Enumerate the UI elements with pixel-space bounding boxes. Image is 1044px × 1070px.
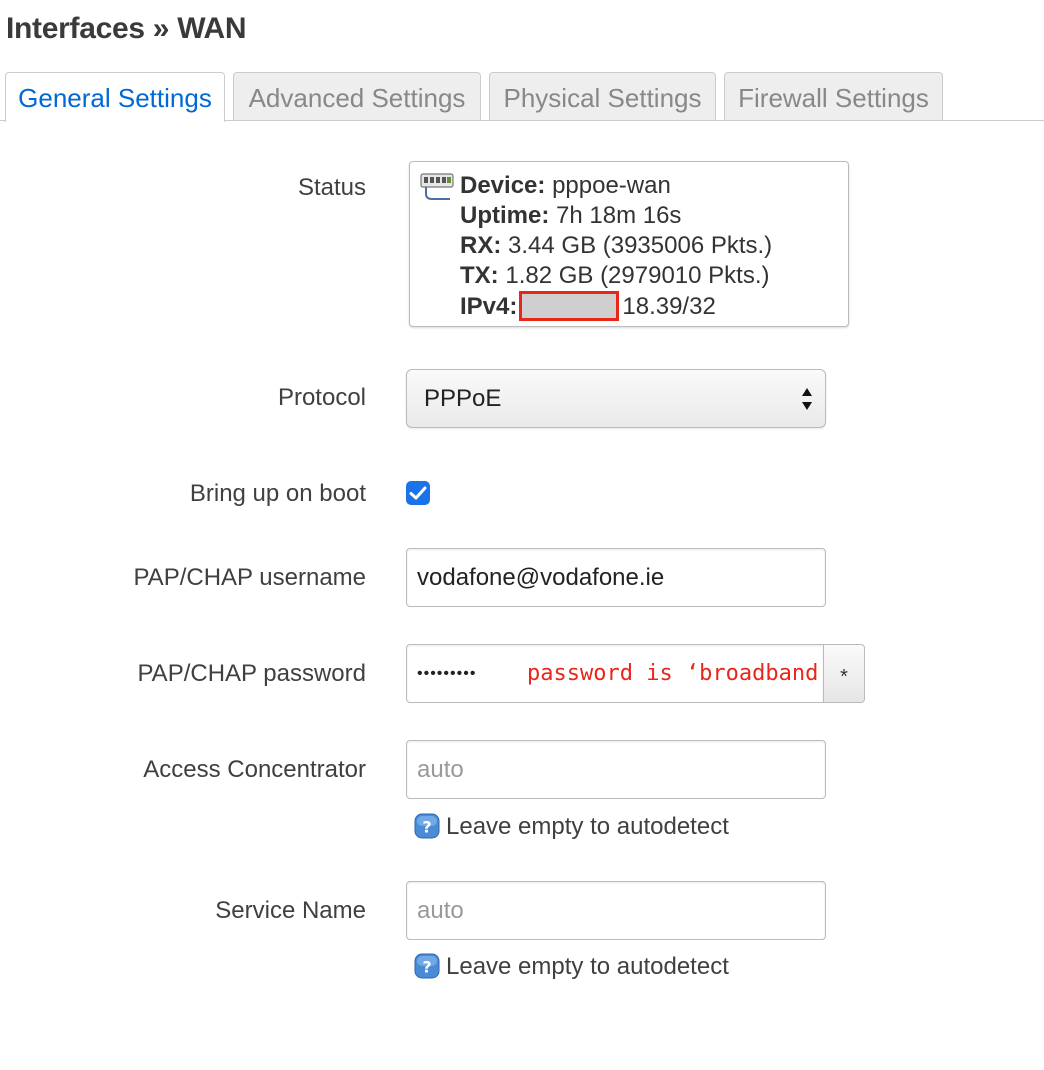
service-name-input[interactable] bbox=[406, 881, 826, 940]
tx-key: TX: bbox=[460, 262, 499, 289]
protocol-label: Protocol bbox=[277, 384, 366, 411]
protocol-select[interactable]: PPPoE bbox=[406, 369, 826, 428]
status-box: Device: pppoe-wan Uptime: 7h 18m 16s RX:… bbox=[409, 161, 849, 327]
rx-key: RX: bbox=[460, 232, 502, 259]
boot-checkbox[interactable] bbox=[406, 481, 430, 505]
access-concentrator-input[interactable] bbox=[406, 740, 826, 799]
page-title: Interfaces » WAN bbox=[6, 12, 247, 45]
password-label: PAP/CHAP password bbox=[137, 660, 366, 687]
svg-text:?: ? bbox=[422, 958, 431, 977]
access-concentrator-help-text: Leave empty to autodetect bbox=[446, 813, 729, 840]
help-question-icon: ? bbox=[414, 813, 440, 839]
username-input[interactable] bbox=[406, 548, 826, 607]
tab-general-settings[interactable]: General Settings bbox=[5, 72, 225, 122]
status-ipv4: IPv4: 18.39/32 bbox=[460, 291, 848, 322]
status-label: Status bbox=[297, 174, 366, 201]
password-field-group: ••••••••• password is ‘broadband’ * bbox=[406, 644, 865, 703]
access-concentrator-label: Access Concentrator bbox=[143, 756, 366, 783]
username-label: PAP/CHAP username bbox=[133, 564, 366, 591]
uptime-key: Uptime: bbox=[460, 202, 550, 229]
checkmark-icon bbox=[409, 486, 427, 500]
tx-value: 1.82 GB (2979010 Pkts.) bbox=[505, 262, 770, 289]
svg-text:?: ? bbox=[422, 818, 431, 837]
service-name-help: ? Leave empty to autodetect bbox=[414, 953, 729, 981]
select-arrows-icon bbox=[802, 388, 812, 410]
device-value: pppoe-wan bbox=[552, 172, 671, 199]
status-device: Device: pppoe-wan bbox=[460, 171, 848, 201]
status-rx: RX: 3.44 GB (3935006 Pkts.) bbox=[460, 231, 848, 261]
password-annotation: password is ‘broadband’ bbox=[527, 661, 832, 686]
boot-label: Bring up on boot bbox=[189, 480, 366, 507]
tab-bar: General Settings Advanced Settings Physi… bbox=[0, 72, 1044, 122]
service-name-label: Service Name bbox=[215, 897, 366, 924]
ipv4-redaction-box bbox=[519, 291, 620, 321]
device-key: Device: bbox=[460, 172, 546, 199]
password-input[interactable]: ••••••••• password is ‘broadband’ bbox=[406, 644, 832, 703]
rx-value: 3.44 GB (3935006 Pkts.) bbox=[508, 232, 773, 259]
service-name-help-text: Leave empty to autodetect bbox=[446, 953, 729, 980]
tab-advanced-settings[interactable]: Advanced Settings bbox=[233, 72, 481, 121]
network-interface-icon bbox=[420, 173, 454, 200]
status-uptime: Uptime: 7h 18m 16s bbox=[460, 201, 848, 231]
help-question-icon: ? bbox=[414, 953, 440, 979]
tab-firewall-settings[interactable]: Firewall Settings bbox=[724, 72, 943, 121]
ipv4-value: 18.39/32 bbox=[622, 293, 716, 320]
status-tx: TX: 1.82 GB (2979010 Pkts.) bbox=[460, 261, 848, 291]
uptime-value: 7h 18m 16s bbox=[556, 202, 682, 229]
tab-physical-settings[interactable]: Physical Settings bbox=[489, 72, 716, 121]
access-concentrator-help: ? Leave empty to autodetect bbox=[414, 813, 729, 841]
ipv4-key: IPv4: bbox=[460, 293, 518, 320]
password-masked-value: ••••••••• bbox=[417, 665, 477, 682]
protocol-selected-value: PPPoE bbox=[424, 385, 502, 412]
reveal-password-button[interactable]: * bbox=[823, 644, 865, 703]
